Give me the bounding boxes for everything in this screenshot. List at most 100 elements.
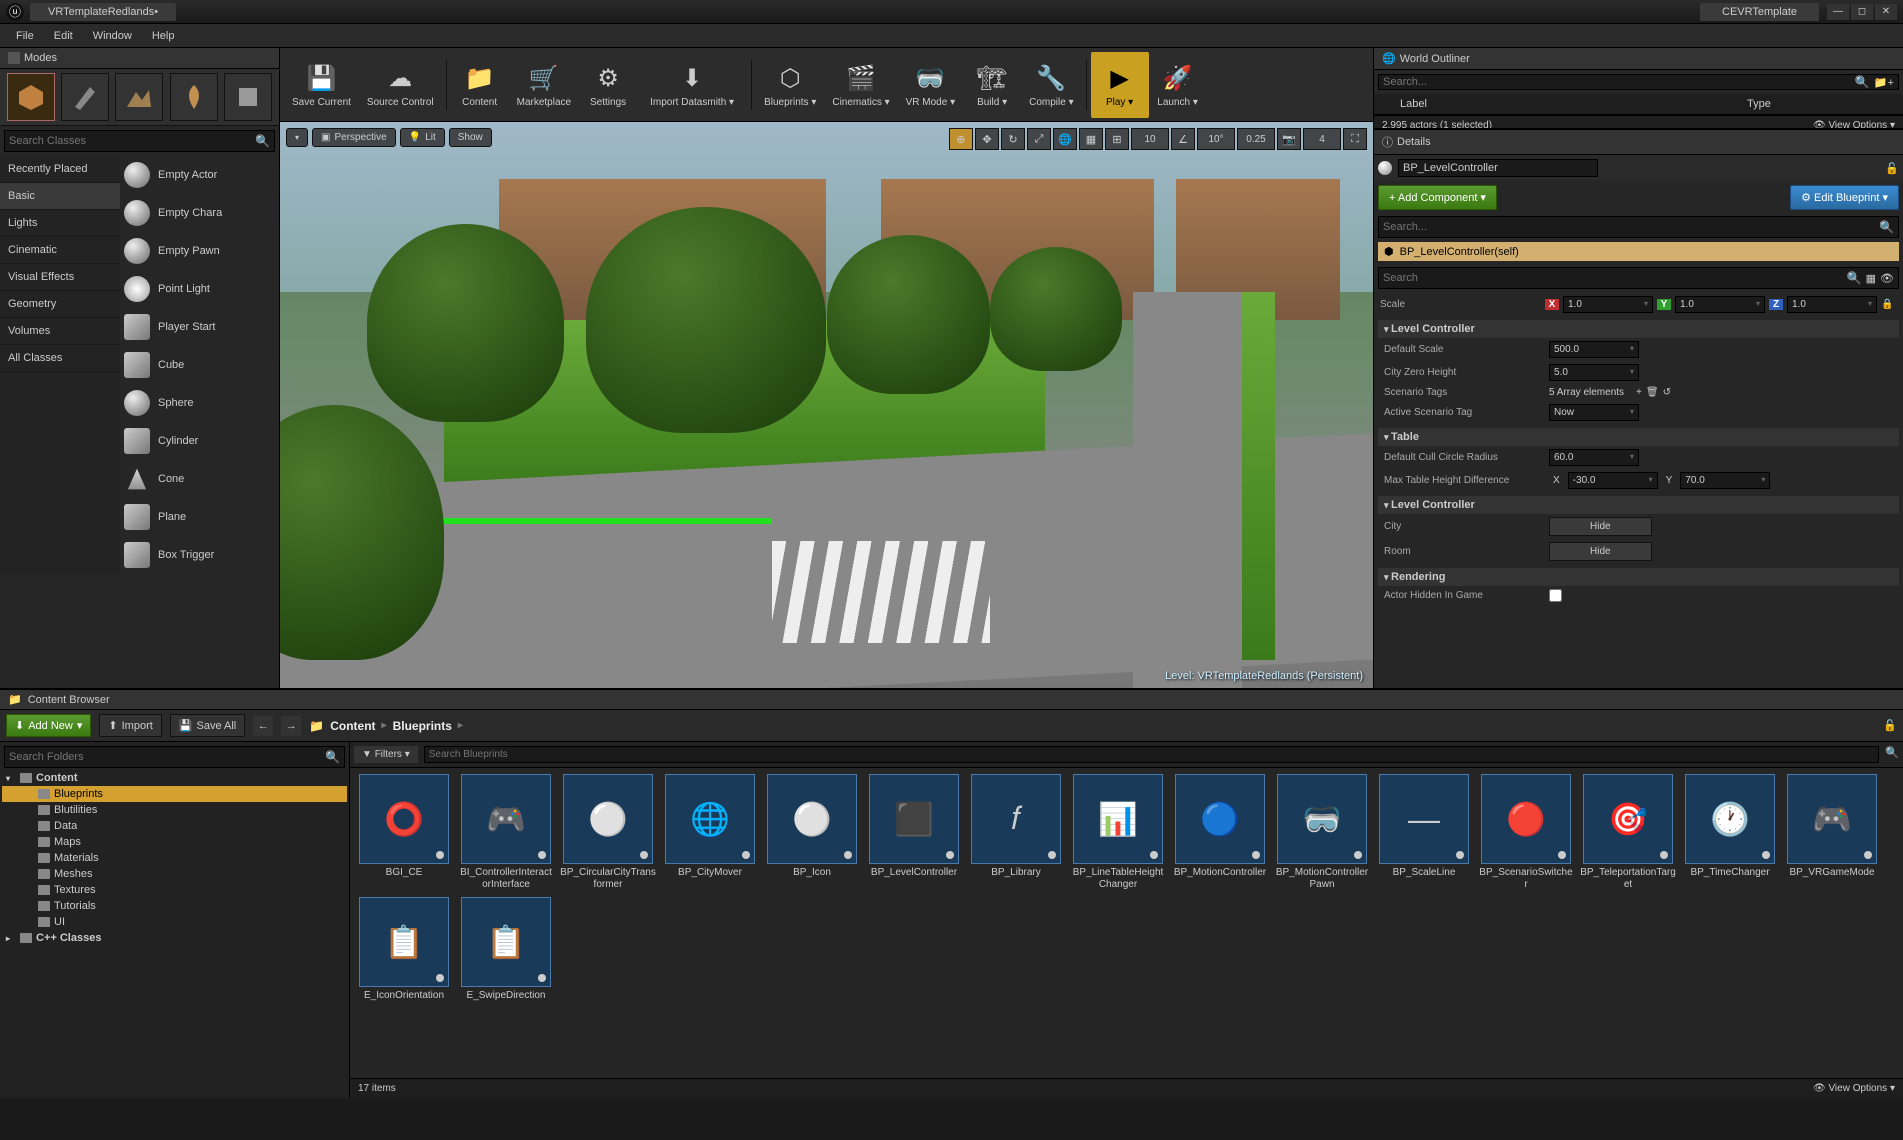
component-search-input[interactable] bbox=[1383, 221, 1879, 233]
place-mode-button[interactable] bbox=[7, 73, 55, 121]
expand-icon[interactable]: ▸ bbox=[6, 934, 16, 943]
asset-item[interactable]: 🔵BP_MotionController bbox=[1172, 774, 1268, 891]
transform-select-button[interactable]: ⊕ bbox=[949, 128, 973, 150]
edit-blueprint-button[interactable]: ⚙ Edit Blueprint ▾ bbox=[1790, 185, 1899, 210]
surface-snap-button[interactable]: ▦ bbox=[1079, 128, 1103, 150]
category-recently-placed[interactable]: Recently Placed bbox=[0, 156, 120, 183]
tree-folder-maps[interactable]: Maps bbox=[2, 834, 347, 850]
actor-plane[interactable]: Plane bbox=[120, 498, 279, 536]
expand-icon[interactable]: ▾ bbox=[6, 774, 16, 783]
search-classes-input[interactable] bbox=[9, 135, 255, 147]
actor-name-field[interactable] bbox=[1398, 159, 1598, 177]
filters-button[interactable]: ▼ Filters ▾ bbox=[354, 746, 418, 763]
search-folders-input[interactable] bbox=[9, 751, 325, 763]
tree-folder-content[interactable]: ▾Content bbox=[2, 770, 347, 786]
tree-folder-data[interactable]: Data bbox=[2, 818, 347, 834]
close-button[interactable]: ✕ bbox=[1875, 4, 1897, 20]
viewport-menu-button[interactable]: ▾ bbox=[286, 128, 308, 147]
matrix-icon[interactable]: ▦ bbox=[1866, 272, 1876, 285]
camera-speed-value[interactable]: 4 bbox=[1303, 128, 1341, 150]
maximize-button[interactable]: ◻ bbox=[1851, 4, 1873, 20]
asset-item[interactable]: 🎯BP_TeleportationTarget bbox=[1580, 774, 1676, 891]
hide-button[interactable]: Hide bbox=[1549, 542, 1652, 561]
import-button[interactable]: ⬆ Import bbox=[99, 714, 161, 737]
tree-folder-meshes[interactable]: Meshes bbox=[2, 866, 347, 882]
category-cinematic[interactable]: Cinematic bbox=[0, 237, 120, 264]
toolbar-content[interactable]: 📁Content bbox=[451, 52, 509, 118]
angle-snap-value[interactable]: 10° bbox=[1197, 128, 1235, 150]
asset-item[interactable]: 🎮BP_VRGameMode bbox=[1784, 774, 1880, 891]
transform-move-button[interactable]: ✥ bbox=[975, 128, 999, 150]
search-assets-input[interactable] bbox=[424, 746, 1880, 763]
outliner-tab[interactable]: 🌐World Outliner bbox=[1374, 48, 1903, 70]
menu-window[interactable]: Window bbox=[83, 26, 142, 46]
foliage-mode-button[interactable] bbox=[170, 73, 218, 121]
clear-icon[interactable]: 🗑 bbox=[1646, 387, 1659, 398]
tree-folder-c-classes[interactable]: ▸C++ Classes bbox=[2, 930, 347, 946]
category-visual-effects[interactable]: Visual Effects bbox=[0, 264, 120, 291]
grid-snap-button[interactable]: ⊞ bbox=[1105, 128, 1129, 150]
scale-y-field[interactable]: 1.0▾ bbox=[1675, 296, 1765, 313]
toolbar-vr-mode[interactable]: 🥽VR Mode ▾ bbox=[898, 52, 963, 118]
section-header[interactable]: Level Controller bbox=[1378, 320, 1899, 338]
grid-snap-value[interactable]: 10 bbox=[1131, 128, 1169, 150]
eye-icon[interactable]: 👁 bbox=[1880, 272, 1894, 285]
y-field[interactable]: 70.0▾ bbox=[1680, 472, 1770, 489]
component-self[interactable]: ⬢ BP_LevelController(self) bbox=[1378, 242, 1899, 261]
asset-item[interactable]: 🎮BI_ControllerInteractorInterface bbox=[458, 774, 554, 891]
view-mode-button[interactable]: ▣Perspective bbox=[312, 128, 396, 147]
viewport[interactable]: ▾ ▣Perspective 💡Lit Show ⊕ ✥ ↻ ⤢ 🌐 ▦ ⊞ 1… bbox=[280, 122, 1373, 688]
hide-button[interactable]: Hide bbox=[1549, 517, 1652, 536]
asset-item[interactable]: 📊BP_LineTableHeightChanger bbox=[1070, 774, 1166, 891]
menu-help[interactable]: Help bbox=[142, 26, 185, 46]
project-tab[interactable]: VRTemplateRedlands• bbox=[30, 3, 176, 21]
nav-back-button[interactable]: ← bbox=[253, 716, 273, 736]
actor-box-trigger[interactable]: Box Trigger bbox=[120, 536, 279, 574]
minimize-button[interactable]: — bbox=[1827, 4, 1849, 20]
actor-cube[interactable]: Cube bbox=[120, 346, 279, 384]
toolbar-import-datasmith[interactable]: ⬇Import Datasmith ▾ bbox=[637, 52, 747, 118]
property-field[interactable]: 60.0▾ bbox=[1549, 449, 1639, 466]
actor-empty-pawn[interactable]: Empty Pawn bbox=[120, 232, 279, 270]
tree-folder-ui[interactable]: UI bbox=[2, 914, 347, 930]
toolbar-launch[interactable]: 🚀Launch ▾ bbox=[1149, 52, 1207, 118]
category-geometry[interactable]: Geometry bbox=[0, 291, 120, 318]
component-search[interactable]: 🔍 bbox=[1378, 216, 1899, 238]
asset-item[interactable]: 🕐BP_TimeChanger bbox=[1682, 774, 1778, 891]
asset-item[interactable]: 📋E_IconOrientation bbox=[356, 897, 452, 1002]
toolbar-marketplace[interactable]: 🛒Marketplace bbox=[509, 52, 579, 118]
lit-mode-button[interactable]: 💡Lit bbox=[400, 128, 445, 147]
toolbar-save-current[interactable]: 💾Save Current bbox=[284, 52, 359, 118]
details-search-input[interactable] bbox=[1383, 272, 1847, 284]
tree-folder-textures[interactable]: Textures bbox=[2, 882, 347, 898]
search-classes[interactable]: 🔍 bbox=[4, 130, 275, 152]
template-tab[interactable]: CEVRTemplate bbox=[1700, 3, 1819, 21]
lock-icon[interactable]: 🔓 bbox=[1885, 162, 1899, 175]
tree-folder-materials[interactable]: Materials bbox=[2, 850, 347, 866]
content-view-options[interactable]: 👁 View Options ▾ bbox=[1813, 1083, 1895, 1094]
asset-item[interactable]: ⚪BP_CircularCityTransformer bbox=[560, 774, 656, 891]
toolbar-play[interactable]: ▶Play ▾ bbox=[1091, 52, 1149, 118]
outliner-search-input[interactable] bbox=[1383, 76, 1855, 88]
scale-snap-value[interactable]: 0.25 bbox=[1237, 128, 1275, 150]
property-field[interactable]: Now▾ bbox=[1549, 404, 1639, 421]
outliner-view-options[interactable]: 👁 View Options ▾ bbox=[1813, 120, 1895, 128]
asset-item[interactable]: 🥽BP_MotionControllerPawn bbox=[1274, 774, 1370, 891]
section-header[interactable]: Rendering bbox=[1378, 568, 1899, 586]
x-field[interactable]: -30.0▾ bbox=[1568, 472, 1658, 489]
asset-item[interactable]: ⚪BP_Icon bbox=[764, 774, 860, 891]
actor-cone[interactable]: Cone bbox=[120, 460, 279, 498]
search-folders[interactable]: 🔍 bbox=[4, 746, 345, 768]
lock-icon[interactable]: 🔓 bbox=[1883, 719, 1897, 732]
actor-point-light[interactable]: Point Light bbox=[120, 270, 279, 308]
toolbar-blueprints[interactable]: ⬡Blueprints ▾ bbox=[756, 52, 824, 118]
breadcrumb-content[interactable]: Content bbox=[330, 719, 375, 733]
property-field[interactable]: 500.0▾ bbox=[1549, 341, 1639, 358]
save-all-button[interactable]: 💾 Save All bbox=[170, 714, 245, 737]
angle-snap-button[interactable]: ∠ bbox=[1171, 128, 1195, 150]
actor-sphere[interactable]: Sphere bbox=[120, 384, 279, 422]
asset-item[interactable]: —BP_ScaleLine bbox=[1376, 774, 1472, 891]
nav-forward-button[interactable]: → bbox=[281, 716, 301, 736]
menu-file[interactable]: File bbox=[6, 26, 44, 46]
details-search[interactable]: 🔍 ▦ 👁 bbox=[1378, 267, 1899, 289]
